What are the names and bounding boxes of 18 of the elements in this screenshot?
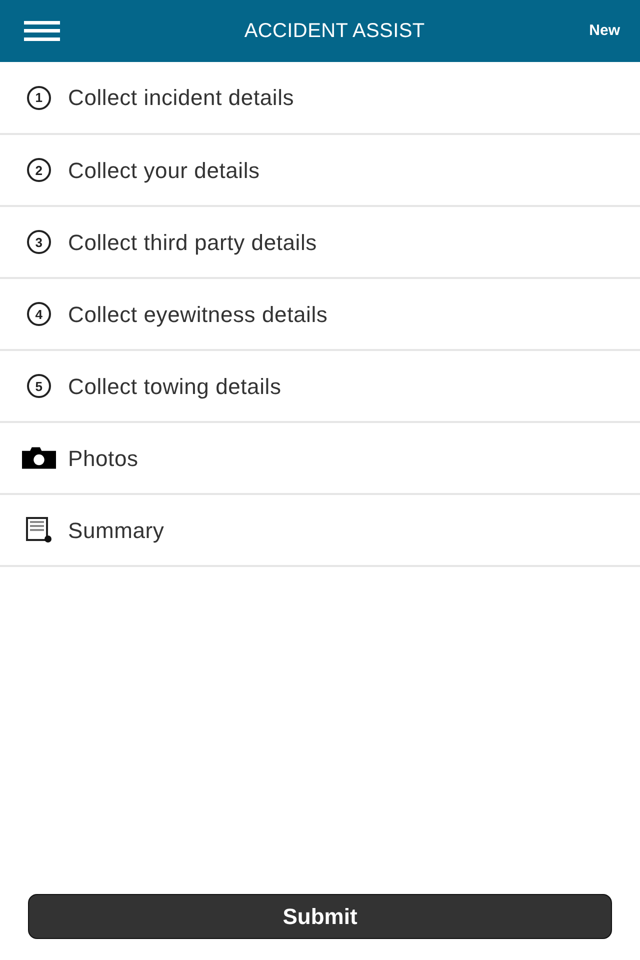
step-number: 2 bbox=[27, 158, 51, 182]
menu-item[interactable]: 3 Collect third party details bbox=[0, 207, 640, 279]
step-number: 1 bbox=[27, 86, 51, 110]
menu-item[interactable]: 4 Collect eyewitness details bbox=[0, 279, 640, 351]
menu-icon[interactable] bbox=[24, 21, 60, 41]
menu-item[interactable]: Summary bbox=[0, 495, 640, 567]
menu-item[interactable]: 2 Collect your details bbox=[0, 135, 640, 207]
menu-item[interactable]: Photos bbox=[0, 423, 640, 495]
submit-button[interactable]: Submit bbox=[28, 894, 612, 939]
menu-item[interactable]: 5 Collect towing details bbox=[0, 351, 640, 423]
step-number: 4 bbox=[27, 302, 51, 326]
app-title: ACCIDENT ASSIST bbox=[243, 19, 426, 44]
menu-item[interactable]: 1 Collect incident details bbox=[0, 62, 640, 135]
new-button[interactable]: New bbox=[589, 18, 620, 44]
camera-icon bbox=[22, 446, 56, 470]
step-number: 5 bbox=[27, 374, 51, 398]
step-number: 3 bbox=[27, 230, 51, 254]
document-icon bbox=[26, 517, 52, 543]
